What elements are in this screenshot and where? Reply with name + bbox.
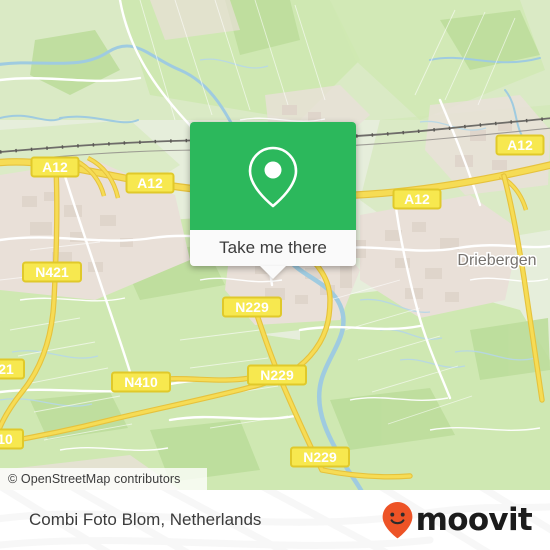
osm-attribution-text: © OpenStreetMap contributors [8, 472, 181, 486]
place-label-group: Driebergen [456, 251, 538, 271]
road-shield: N410 [111, 371, 171, 393]
road-shield-label: 10 [0, 431, 13, 447]
place-label: Driebergen [457, 252, 536, 269]
take-me-there-label: Take me there [219, 238, 327, 257]
moovit-place-map-screenshot: Driebergen A12 A12 A12 A12 N421 21 N229 N410 N22… [0, 0, 550, 550]
take-me-there-button[interactable]: Take me there [190, 230, 356, 266]
road-shield-label: N229 [235, 299, 269, 315]
map-pin-icon [248, 146, 298, 208]
moovit-wordmark: moovit [415, 501, 533, 538]
footer-bar: Combi Foto Blom, Netherlands moovit [0, 490, 550, 550]
moovit-smiley-pin-icon [382, 502, 413, 539]
popup-pointer [260, 266, 286, 279]
road-shield: A12 [125, 172, 175, 194]
road-shield: N229 [222, 296, 282, 318]
place-name-label: Combi Foto Blom, Netherlands [29, 510, 262, 529]
road-shield-label: N421 [35, 264, 69, 280]
moovit-brand[interactable]: moovit [381, 501, 533, 539]
road-shield-label: A12 [42, 159, 68, 175]
road-shield-label: A12 [507, 137, 533, 153]
road-shield: A12 [495, 134, 545, 156]
road-shield: 21 [0, 358, 25, 380]
road-shield-label: A12 [137, 175, 163, 191]
road-shield-label: N229 [260, 367, 294, 383]
osm-attribution[interactable]: © OpenStreetMap contributors [0, 468, 207, 490]
place-popup-card[interactable]: Take me there [190, 122, 356, 279]
road-shield: 10 [0, 428, 24, 450]
popup-icon-area [190, 122, 356, 230]
road-shield-label: N410 [124, 374, 158, 390]
road-shield: A12 [30, 156, 80, 178]
road-shield-label: A12 [404, 191, 430, 207]
road-shield: N421 [22, 261, 82, 283]
road-shield-label: N229 [303, 449, 337, 465]
road-shield: A12 [392, 188, 442, 210]
road-shield: N229 [247, 364, 307, 386]
road-shield-label: 21 [0, 361, 14, 377]
road-shield: N229 [290, 446, 350, 468]
